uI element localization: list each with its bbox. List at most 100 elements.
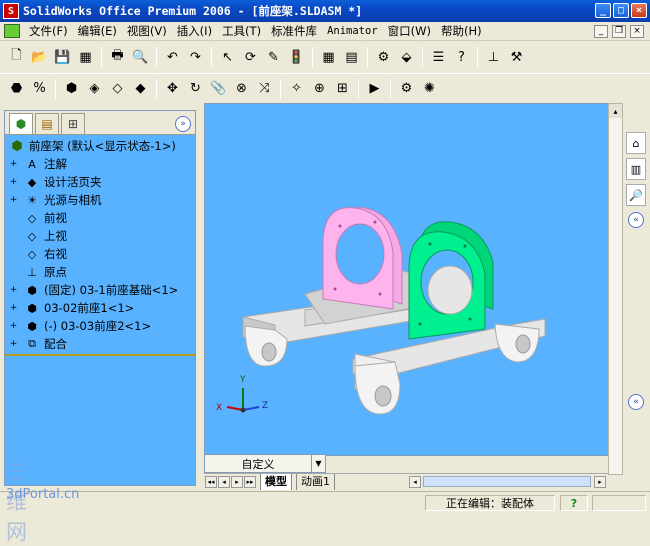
tab-next-button[interactable]: ▸	[231, 475, 243, 488]
simulation-icon[interactable]: ▶	[364, 78, 385, 99]
rollback-bar[interactable]	[5, 354, 195, 356]
explode-line-icon[interactable]: ⤨	[254, 78, 275, 99]
interference-icon[interactable]: ✧	[286, 78, 307, 99]
menu-file[interactable]: 文件(F)	[24, 23, 73, 39]
tab-first-button[interactable]: ◂◂	[205, 475, 217, 488]
smart-mate-icon[interactable]: ✺	[419, 78, 440, 99]
tree-item[interactable]: ◇ 上视	[9, 227, 195, 245]
menu-edit[interactable]: 编辑(E)	[73, 23, 122, 39]
pink-support-part[interactable]	[322, 207, 403, 310]
menu-view[interactable]: 视图(V)	[122, 23, 172, 39]
horizontal-scrollbar[interactable]: ◂ ▸	[408, 476, 606, 488]
close-button[interactable]: ×	[631, 3, 647, 18]
maximize-button[interactable]: □	[613, 3, 629, 18]
menu-window[interactable]: 窗口(W)	[383, 23, 436, 39]
toolbox-icon[interactable]: ⚒	[506, 47, 527, 68]
collapse-panel-button[interactable]: »	[175, 116, 191, 132]
redo-icon[interactable]: ↷	[185, 47, 206, 68]
green-support-part[interactable]	[408, 221, 494, 340]
menu-toolbox[interactable]: 标准件库	[266, 23, 322, 39]
component-icon[interactable]: ⬙	[396, 47, 417, 68]
property-manager-tab[interactable]: ▤	[35, 113, 59, 134]
print-preview-icon[interactable]: 🔍	[130, 47, 151, 68]
tab-prev-button[interactable]: ◂	[218, 475, 230, 488]
help-icon[interactable]: ?	[560, 495, 588, 511]
expand-icon[interactable]: +	[9, 285, 18, 295]
tree-item[interactable]: + ⧉ 配合	[9, 335, 195, 353]
rotate-component-icon[interactable]: ↻	[185, 78, 206, 99]
measure-icon[interactable]: %	[29, 78, 50, 99]
new-file-icon[interactable]: 🗋	[6, 47, 27, 68]
doc-restore-button[interactable]: ❐	[612, 24, 626, 38]
menu-animator[interactable]: Animator	[322, 25, 383, 37]
tree-item[interactable]: + ◆ 设计活页夹	[9, 173, 195, 191]
menu-insert[interactable]: 插入(I)	[172, 23, 217, 39]
options-icon[interactable]: ⚙	[373, 47, 394, 68]
scroll-up-icon[interactable]: ▴	[609, 104, 622, 118]
tree-item[interactable]: + ⬢ (固定) 03-1前座基础<1>	[9, 281, 195, 299]
doc-minimize-button[interactable]: _	[594, 24, 608, 38]
expand-icon[interactable]: +	[9, 321, 18, 331]
smart-fastener-icon[interactable]: ⊞	[332, 78, 353, 99]
select-icon[interactable]: ↖	[217, 47, 238, 68]
tree-item[interactable]: ◇ 前视	[9, 209, 195, 227]
expand-icon[interactable]: +	[9, 177, 18, 187]
design-library-icon[interactable]: ▥	[626, 158, 646, 180]
sketch-icon[interactable]: ✎	[263, 47, 284, 68]
document-icon[interactable]	[4, 24, 20, 38]
expand-icon[interactable]: +	[9, 339, 18, 349]
solidworks-app-icon[interactable]: S	[3, 3, 19, 19]
tree-item[interactable]: ⊥ 原点	[9, 263, 195, 281]
edit-component-icon[interactable]: ◆	[130, 78, 151, 99]
scroll-thumb[interactable]	[423, 476, 591, 487]
change-transparency-icon[interactable]: ◇	[107, 78, 128, 99]
assembly-features-icon[interactable]: ⚙	[396, 78, 417, 99]
grid-icon[interactable]: ▦	[318, 47, 339, 68]
dropdown-arrow-icon[interactable]: ▼	[311, 455, 325, 472]
insert-component-icon[interactable]: ⬢	[61, 78, 82, 99]
home-icon[interactable]: ⌂	[626, 132, 646, 154]
sheet-icon[interactable]: ⊥	[483, 47, 504, 68]
property-icon[interactable]: ☰	[428, 47, 449, 68]
traffic-light-icon[interactable]: 🚦	[286, 47, 307, 68]
task-pane-expand-button[interactable]: «	[628, 394, 644, 410]
tab-last-button[interactable]: ▸▸	[244, 475, 256, 488]
print-icon[interactable]: 🖶	[107, 47, 128, 68]
move-component-icon[interactable]: ✥	[162, 78, 183, 99]
tree-item[interactable]: + ☀ 光源与相机	[9, 191, 195, 209]
undo-icon[interactable]: ↶	[162, 47, 183, 68]
minimize-button[interactable]: _	[595, 3, 611, 18]
feature-icon[interactable]: ⊕	[309, 78, 330, 99]
make-drawing-icon[interactable]: ▦	[75, 47, 96, 68]
graphics-area[interactable]: Y Z X	[204, 103, 622, 456]
menu-tools[interactable]: 工具(T)	[217, 23, 266, 39]
tree-item[interactable]: + A 注解	[9, 155, 195, 173]
scroll-left-icon[interactable]: ◂	[409, 476, 421, 488]
help-icon[interactable]: ?	[451, 47, 472, 68]
open-folder-icon[interactable]: 📂	[29, 47, 50, 68]
save-icon[interactable]: 💾	[52, 47, 73, 68]
tab-model[interactable]: 模型	[260, 473, 292, 490]
expand-icon[interactable]: +	[9, 159, 18, 169]
smart-dimension-icon[interactable]: ⟳	[240, 47, 261, 68]
task-pane-collapse-button[interactable]: «	[628, 212, 644, 228]
expand-icon[interactable]: +	[9, 195, 18, 205]
assembly-icon[interactable]: ⬣	[6, 78, 27, 99]
tree-item[interactable]: + ⬢ 03-02前座1<1>	[9, 299, 195, 317]
tree-item[interactable]: + ⬢ (-) 03-03前座2<1>	[9, 317, 195, 335]
exploded-view-icon[interactable]: ⊗	[231, 78, 252, 99]
vertical-scrollbar[interactable]: ▴	[608, 103, 623, 475]
menu-help[interactable]: 帮助(H)	[436, 23, 487, 39]
doc-close-button[interactable]: ×	[630, 24, 644, 38]
tree-root[interactable]: ⬢ 前座架 (默认<显示状态-1>)	[9, 137, 195, 155]
scroll-right-icon[interactable]: ▸	[594, 476, 606, 488]
file-explorer-icon[interactable]: 🔎	[626, 184, 646, 206]
tree-item[interactable]: ◇ 右视	[9, 245, 195, 263]
brick-wall-icon[interactable]: ▤	[341, 47, 362, 68]
view-orientation-dropdown[interactable]: 自定义 ▼	[204, 454, 326, 473]
mate-icon[interactable]: 📎	[208, 78, 229, 99]
tab-animation1[interactable]: 动画1	[296, 473, 335, 490]
feature-tree-tab[interactable]: ⬢	[9, 113, 33, 134]
hide-show-icon[interactable]: ◈	[84, 78, 105, 99]
expand-icon[interactable]: +	[9, 303, 18, 313]
